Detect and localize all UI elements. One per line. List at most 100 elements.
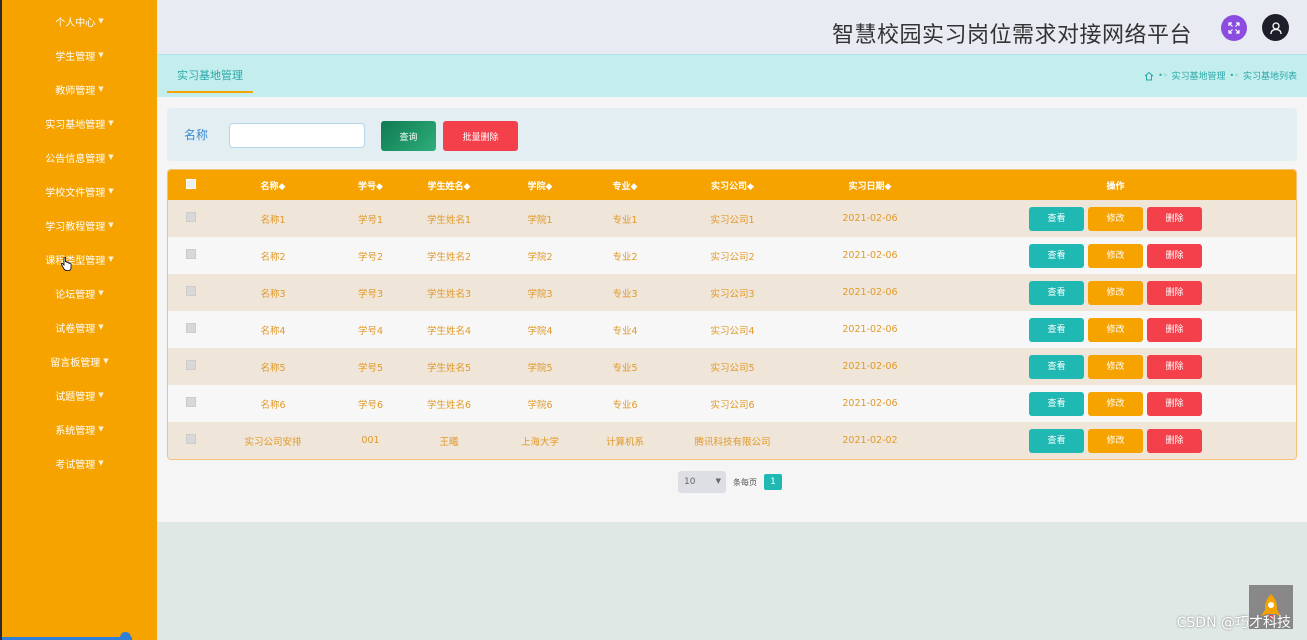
cell-college: 学院5 (527, 362, 553, 374)
cell-major: 专业6 (612, 399, 638, 411)
sidebar-item[interactable]: 个人中心 ▼ (2, 4, 157, 38)
cell-major: 专业3 (612, 288, 638, 300)
sidebar-item[interactable]: 系统管理 ▼ (2, 412, 157, 446)
cell-date: 2021-02-06 (842, 287, 898, 298)
sidebar-item[interactable]: 试题管理 ▼ (2, 378, 157, 412)
breadcrumb-bar: 实习基地管理 •◦ 实习基地管理 •◦ 实习基地列表 (157, 55, 1307, 97)
query-button[interactable]: 查询 (381, 121, 436, 151)
column-header-college[interactable]: 学院◆ (490, 170, 590, 200)
column-header-major[interactable]: 专业◆ (590, 170, 660, 200)
row-checkbox[interactable] (185, 434, 196, 444)
delete-button[interactable]: 删除 (1147, 428, 1202, 453)
table-row: 名称3 学号3 学生姓名3 学院3 专业3 实习公司3 2021-02-06 查看 修改 删除 (168, 274, 1296, 311)
row-checkbox[interactable] (185, 286, 196, 296)
page-number-current[interactable]: 1 (764, 474, 782, 490)
view-button[interactable]: 查看 (1029, 317, 1084, 342)
cell-major: 专业2 (612, 251, 638, 263)
select-all-checkbox[interactable] (185, 178, 196, 189)
sidebar-item[interactable]: 试卷管理 ▼ (2, 310, 157, 344)
cell-college: 学院1 (527, 214, 553, 226)
view-button[interactable]: 查看 (1029, 206, 1084, 231)
tab-current-module[interactable]: 实习基地管理 (167, 67, 253, 93)
caret-down-icon: ▼ (108, 153, 114, 161)
batch-delete-button[interactable]: 批量删除 (443, 121, 518, 151)
cell-major: 专业1 (612, 214, 638, 226)
sidebar-item[interactable]: 实习基地管理 ▼ (2, 106, 157, 140)
user-icon (1269, 21, 1282, 34)
cell-college: 学院3 (527, 288, 553, 300)
user-avatar[interactable] (1262, 14, 1289, 41)
row-checkbox[interactable] (185, 212, 196, 222)
view-button[interactable]: 查看 (1029, 428, 1084, 453)
column-header-company[interactable]: 实习公司◆ (660, 170, 805, 200)
view-button[interactable]: 查看 (1029, 391, 1084, 416)
breadcrumb-item-module[interactable]: 实习基地管理 (1172, 69, 1226, 82)
cell-name: 名称6 (260, 399, 286, 411)
edit-button[interactable]: 修改 (1088, 280, 1143, 305)
cell-student-name: 学生姓名5 (426, 362, 472, 374)
column-header-name[interactable]: 名称◆ (213, 170, 333, 200)
caret-down-icon: ▼ (98, 391, 104, 399)
page-size-select[interactable]: 10 ▼ (678, 471, 726, 493)
sidebar-item-label: 系统管理 (55, 425, 96, 437)
table-row: 名称5 学号5 学生姓名5 学院5 专业5 实习公司5 2021-02-06 查看 修改 删除 (168, 348, 1296, 385)
sidebar-item[interactable]: 学生管理 ▼ (2, 38, 157, 72)
edit-button[interactable]: 修改 (1088, 354, 1143, 379)
view-button[interactable]: 查看 (1029, 354, 1084, 379)
caret-down-icon: ▼ (108, 187, 114, 195)
home-icon[interactable] (1144, 71, 1154, 81)
edit-button[interactable]: 修改 (1088, 317, 1143, 342)
cell-student-name: 学生姓名2 (426, 251, 472, 263)
page-size-value: 10 (684, 477, 696, 487)
row-checkbox[interactable] (185, 323, 196, 333)
caret-down-icon: ▼ (98, 51, 104, 59)
edit-button[interactable]: 修改 (1088, 243, 1143, 268)
sidebar-item[interactable]: 学校文件管理 ▼ (2, 174, 157, 208)
edit-button[interactable]: 修改 (1088, 391, 1143, 416)
cell-student-name: 学生姓名6 (426, 399, 472, 411)
row-checkbox[interactable] (185, 397, 196, 407)
view-button[interactable]: 查看 (1029, 280, 1084, 305)
sidebar-item-label: 公告信息管理 (45, 153, 106, 165)
sidebar-item[interactable]: 考试管理 ▼ (2, 446, 157, 480)
delete-button[interactable]: 删除 (1147, 280, 1202, 305)
sidebar-item[interactable]: 学习教程管理 ▼ (2, 208, 157, 242)
delete-button[interactable]: 删除 (1147, 354, 1202, 379)
sidebar-item[interactable]: 论坛管理 ▼ (2, 276, 157, 310)
cell-name: 名称4 (260, 325, 286, 337)
sidebar-item[interactable]: 公告信息管理 ▼ (2, 140, 157, 174)
breadcrumb: •◦ 实习基地管理 •◦ 实习基地列表 (1144, 69, 1297, 82)
pagination: 10 ▼ 条每页 1 (678, 471, 782, 493)
sidebar-item-label: 实习基地管理 (45, 119, 106, 131)
top-header: 智慧校园实习岗位需求对接网络平台 (157, 0, 1307, 55)
sidebar-item-label: 论坛管理 (55, 289, 96, 301)
sidebar-item[interactable]: 留言板管理 ▼ (2, 344, 157, 378)
sidebar-scroll-knob[interactable] (120, 632, 131, 640)
sidebar-item[interactable]: 课程类型管理 ▼ (2, 242, 157, 276)
site-title: 智慧校园实习岗位需求对接网络平台 (831, 23, 1192, 48)
delete-button[interactable]: 删除 (1147, 243, 1202, 268)
data-table: 名称◆ 学号◆ 学生姓名◆ 学院◆ 专业◆ 实习公司◆ 实习日期◆ 操作 名称1… (167, 169, 1297, 460)
edit-button[interactable]: 修改 (1088, 206, 1143, 231)
fullscreen-button[interactable] (1221, 15, 1247, 41)
expand-icon (1228, 22, 1240, 34)
column-header-student-name[interactable]: 学生姓名◆ (408, 170, 490, 200)
sidebar-item-label: 课程类型管理 (45, 255, 106, 267)
row-checkbox[interactable] (185, 360, 196, 370)
column-header-date[interactable]: 实习日期◆ (805, 170, 935, 200)
delete-button[interactable]: 删除 (1147, 391, 1202, 416)
cell-company: 实习公司1 (710, 214, 755, 226)
cell-date: 2021-02-06 (842, 398, 898, 409)
delete-button[interactable]: 删除 (1147, 206, 1202, 231)
sidebar-item[interactable]: 教师管理 ▼ (2, 72, 157, 106)
edit-button[interactable]: 修改 (1088, 428, 1143, 453)
table-row: 名称2 学号2 学生姓名2 学院2 专业2 实习公司2 2021-02-06 查看 修改 删除 (168, 237, 1296, 274)
view-button[interactable]: 查看 (1029, 243, 1084, 268)
row-checkbox[interactable] (185, 249, 196, 259)
name-search-input[interactable] (229, 123, 365, 148)
sidebar-item-label: 试卷管理 (55, 323, 96, 335)
delete-button[interactable]: 删除 (1147, 317, 1202, 342)
column-header-student-no[interactable]: 学号◆ (333, 170, 408, 200)
sidebar-item-label: 个人中心 (55, 17, 96, 29)
caret-down-icon: ▼ (98, 17, 104, 25)
